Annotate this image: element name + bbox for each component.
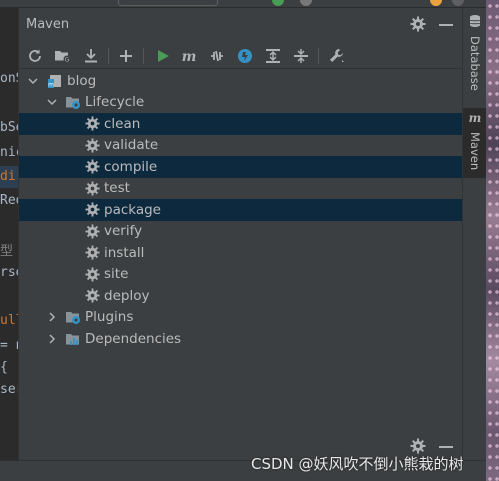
offline-icon[interactable] xyxy=(207,46,227,66)
editor-fragment: rse xyxy=(0,265,18,280)
editor-gutter-strip: onS bSe nic dir Req 型 rse ull = n { ser xyxy=(0,8,19,460)
run-config-selector[interactable] xyxy=(118,0,218,6)
lifecycle-goal-deploy[interactable]: deploy xyxy=(19,285,462,307)
stripe-label: Database xyxy=(468,36,482,91)
debug-icon-top[interactable] xyxy=(300,0,312,6)
editor-fragment: Req xyxy=(0,193,18,208)
database-icon xyxy=(469,14,481,32)
minimize-icon[interactable] xyxy=(439,16,453,32)
plus-icon[interactable] xyxy=(116,46,136,66)
svg-text:m: m xyxy=(48,81,54,88)
chevron-down-icon[interactable] xyxy=(27,75,39,87)
tree-node-dependencies[interactable]: Dependencies xyxy=(19,328,462,350)
lifecycle-goal-clean[interactable]: clean xyxy=(19,113,462,135)
tree-label: Dependencies xyxy=(85,330,182,347)
tree-node-project[interactable]: m blog xyxy=(19,70,462,92)
tree-label: validate xyxy=(104,137,159,154)
editor-fragment: 型 xyxy=(0,244,14,259)
tree-label: deploy xyxy=(104,287,150,304)
lifecycle-goal-test[interactable]: test xyxy=(19,178,462,200)
tree-label: Lifecycle xyxy=(85,94,145,111)
editor-fragment: dir xyxy=(0,169,18,184)
svg-text:G: G xyxy=(65,57,70,64)
wrench-icon[interactable] xyxy=(327,46,347,66)
download-icon[interactable] xyxy=(81,46,101,66)
gear-icon xyxy=(84,180,100,196)
toolbar-separator xyxy=(318,48,319,64)
maven-project-icon: m xyxy=(47,73,63,89)
maven-m-icon: m xyxy=(468,111,482,128)
lifecycle-goal-compile[interactable]: compile xyxy=(19,156,462,178)
stripe-tab-maven[interactable]: m Maven xyxy=(463,108,487,178)
expand-all-icon[interactable] xyxy=(263,46,283,66)
editor-fragment: onS xyxy=(0,71,18,86)
tool-window-header: Maven xyxy=(19,8,462,41)
lifecycle-goal-site[interactable]: site xyxy=(19,264,462,286)
chevron-down-icon[interactable] xyxy=(46,96,58,108)
skip-tests-icon[interactable] xyxy=(235,46,255,66)
tree-label: Plugins xyxy=(85,309,134,326)
run-icon-top[interactable] xyxy=(272,0,284,6)
tree-node-plugins[interactable]: Plugins xyxy=(19,307,462,329)
gear-icon xyxy=(84,245,100,261)
chevron-right-icon[interactable] xyxy=(46,311,58,323)
tree-label: site xyxy=(104,266,129,283)
stripe-label: Maven xyxy=(468,132,482,171)
right-tool-stripe: Database m Maven xyxy=(462,8,487,460)
svg-text:m: m xyxy=(182,49,197,63)
editor-fragment: ull xyxy=(0,313,18,328)
toolbar-separator xyxy=(108,48,109,64)
tree-label: compile xyxy=(104,158,158,175)
tree-label: clean xyxy=(104,115,141,132)
svg-text:m: m xyxy=(469,112,482,124)
gear-icon xyxy=(84,266,100,282)
lifecycle-folder-icon xyxy=(65,94,81,110)
ide-top-toolbar xyxy=(0,0,499,8)
run-icon[interactable] xyxy=(153,46,173,66)
refresh-icon[interactable] xyxy=(25,46,45,66)
dependencies-folder-icon xyxy=(65,331,81,347)
gear-icon xyxy=(84,137,100,153)
gear-icon[interactable] xyxy=(410,438,426,454)
background-texture xyxy=(486,0,499,481)
toolbar-separator xyxy=(143,48,144,64)
watermark-text: CSDN @妖风吹不倒小熊栽的树 xyxy=(251,455,464,473)
gear-icon xyxy=(84,202,100,218)
tree-label: blog xyxy=(67,72,97,89)
editor-fragment: bSe xyxy=(0,120,18,135)
tree-label: package xyxy=(104,201,161,218)
editor-fragment: nic xyxy=(0,145,18,160)
plugins-folder-icon xyxy=(65,309,81,325)
maven-tool-window: Maven G m m blog Lifecycle clean validat… xyxy=(19,8,462,460)
minimize-icon[interactable] xyxy=(439,438,453,454)
desktop-background xyxy=(486,0,499,481)
maven-toolbar: G m xyxy=(19,43,462,69)
lifecycle-goal-install[interactable]: install xyxy=(19,242,462,264)
editor-fragment: ser xyxy=(0,382,18,397)
tree-label: install xyxy=(104,244,145,261)
maven-m-icon[interactable]: m xyxy=(179,46,199,66)
chevron-right-icon[interactable] xyxy=(46,333,58,345)
gear-icon xyxy=(84,223,100,239)
lifecycle-goal-verify[interactable]: verify xyxy=(19,221,462,243)
editor-fragment: = n xyxy=(0,338,18,353)
tool-window-title: Maven xyxy=(26,17,70,32)
folder-generate-icon[interactable]: G xyxy=(53,46,73,66)
gear-icon xyxy=(84,288,100,304)
gear-icon[interactable] xyxy=(410,16,426,32)
lifecycle-goal-validate[interactable]: validate xyxy=(19,135,462,157)
editor-fragment: { xyxy=(0,360,8,375)
tree-node-lifecycle[interactable]: Lifecycle xyxy=(19,92,462,114)
account-icon-top[interactable] xyxy=(452,0,464,6)
tree-label: test xyxy=(104,180,130,197)
stripe-tab-database[interactable]: Database xyxy=(463,14,487,102)
gear-icon xyxy=(84,159,100,175)
tree-label: verify xyxy=(104,223,143,240)
collapse-all-icon[interactable] xyxy=(291,46,311,66)
gear-icon xyxy=(84,116,100,132)
lifecycle-goal-package[interactable]: package xyxy=(19,199,462,221)
update-icon-top[interactable] xyxy=(430,0,442,6)
